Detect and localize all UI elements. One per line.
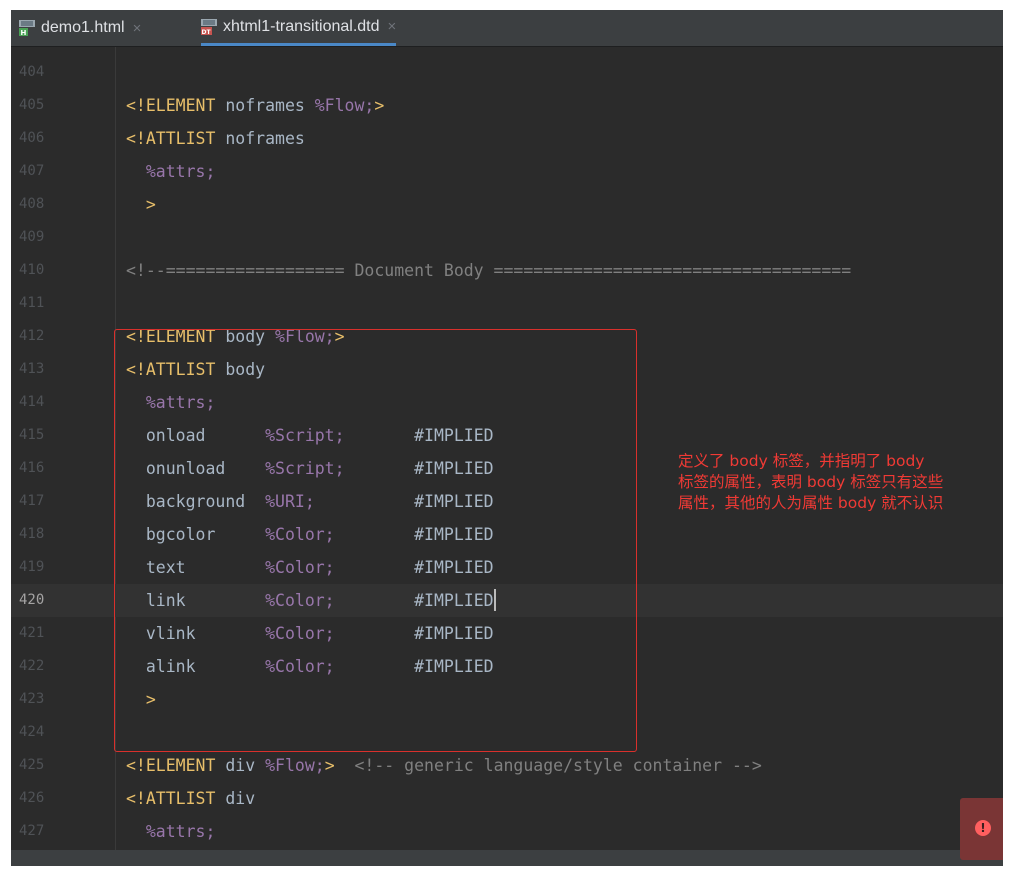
line-number: 425	[19, 757, 45, 773]
highlight-box	[114, 329, 637, 752]
line-number: 420	[19, 592, 45, 608]
status-bar	[11, 850, 1003, 866]
dtd-keyword: <!ATTLIST	[126, 129, 216, 148]
code-row[interactable]: 427 %attrs;	[11, 815, 1003, 848]
code-line[interactable]: <!ELEMENT div %Flow;> <!-- generic langu…	[126, 749, 762, 782]
line-number: 426	[19, 790, 45, 806]
code-row[interactable]: 409	[11, 221, 1003, 254]
parameter-entity: %Flow;	[314, 96, 375, 115]
code-text: noframes	[215, 129, 305, 148]
code-row[interactable]: 425 <!ELEMENT div %Flow;> <!-- generic la…	[11, 749, 1003, 782]
code-row[interactable]: 406 <!ATTLIST noframes	[11, 122, 1003, 155]
parameter-entity: %attrs;	[145, 822, 216, 841]
svg-text:H: H	[21, 29, 27, 36]
line-number: 427	[19, 823, 45, 839]
dtd-keyword: <!ATTLIST	[126, 789, 216, 808]
line-number: 421	[19, 625, 45, 641]
comment-text: <!--================== Document Body ===…	[126, 261, 852, 280]
line-number: 410	[19, 262, 45, 278]
tab-xhtml1-transitional-dtd[interactable]: DT xhtml1-transitional.dtd ×	[201, 10, 397, 46]
annotation-line: 属性，其他的人为属性 body 就不认识	[678, 494, 944, 512]
line-number: 417	[19, 493, 45, 509]
annotation-text: 定义了 body 标签，并指明了 body 标签的属性，表明 body 标签只有…	[678, 451, 1003, 514]
tab-label: xhtml1-transitional.dtd	[223, 17, 380, 35]
line-number: 404	[19, 64, 45, 80]
code-line[interactable]: %attrs;	[126, 815, 216, 848]
dtd-keyword: >	[374, 96, 385, 115]
annotation-line: 定义了 body 标签，并指明了 body	[678, 452, 925, 470]
code-row[interactable]: 410 <!--================== Document Body …	[11, 254, 1003, 287]
code-row[interactable]: 404	[11, 56, 1003, 89]
line-number: 407	[19, 163, 45, 179]
dtd-file-icon: DT	[201, 18, 217, 36]
dtd-keyword: <!ELEMENT	[126, 756, 216, 775]
dtd-keyword: >	[145, 195, 156, 214]
code-line[interactable]: >	[126, 188, 156, 221]
line-number: 423	[19, 691, 45, 707]
code-text: noframes	[215, 96, 315, 115]
line-number: 411	[19, 295, 45, 311]
code-row[interactable]: 411	[11, 287, 1003, 320]
tab-close-icon[interactable]: ×	[388, 18, 397, 35]
code-row[interactable]: 405 <!ELEMENT noframes %Flow;>	[11, 89, 1003, 122]
annotation-line: 标签的属性，表明 body 标签只有这些	[678, 473, 944, 491]
code-line[interactable]: <!--================== Document Body ===…	[126, 254, 851, 287]
line-number: 416	[19, 460, 45, 476]
code-line[interactable]: <!ATTLIST div	[126, 782, 255, 815]
tab-label: demo1.html	[41, 19, 125, 36]
line-number: 424	[19, 724, 45, 740]
line-number: 406	[19, 130, 45, 146]
line-number: 414	[19, 394, 45, 410]
code-row[interactable]: 407 %attrs;	[11, 155, 1003, 188]
tab-close-icon[interactable]: ×	[133, 20, 142, 37]
code-text: div	[215, 789, 256, 808]
error-indicator-button[interactable]: !	[960, 798, 1003, 860]
code-line[interactable]: <!ELEMENT noframes %Flow;>	[126, 89, 384, 122]
code-row[interactable]: 426 <!ATTLIST div	[11, 782, 1003, 815]
code-editor[interactable]: 404 405 <!ELEMENT noframes %Flow;> 406 <!ATT…	[11, 47, 1003, 850]
editor-tab-bar: H demo1.html × DT xhtml1-transitional.dt…	[11, 10, 1003, 47]
line-number: 419	[19, 559, 45, 575]
code-line[interactable]: <!ATTLIST noframes	[126, 122, 305, 155]
parameter-entity: %Flow;	[265, 756, 325, 775]
line-number: 409	[19, 229, 45, 245]
dtd-keyword: <!ELEMENT	[126, 96, 216, 115]
line-number: 413	[19, 361, 45, 377]
svg-text:DT: DT	[202, 29, 212, 35]
error-icon: !	[975, 820, 991, 836]
line-number: 422	[19, 658, 45, 674]
line-number: 412	[19, 328, 45, 344]
tab-demo1-html[interactable]: H demo1.html ×	[19, 10, 141, 46]
line-number: 415	[19, 427, 45, 443]
dtd-keyword: >	[324, 756, 335, 775]
line-number: 408	[19, 196, 45, 212]
parameter-entity: %attrs;	[145, 162, 216, 181]
html-file-icon: H	[19, 20, 35, 37]
code-row[interactable]: 408 >	[11, 188, 1003, 221]
code-text: div	[215, 756, 266, 775]
line-number: 405	[19, 97, 45, 113]
ide-window: H demo1.html × DT xhtml1-transitional.dt…	[11, 10, 1003, 866]
code-line[interactable]: %attrs;	[126, 155, 216, 188]
line-number: 418	[19, 526, 45, 542]
comment-text: <!-- generic language/style container --…	[334, 756, 762, 775]
